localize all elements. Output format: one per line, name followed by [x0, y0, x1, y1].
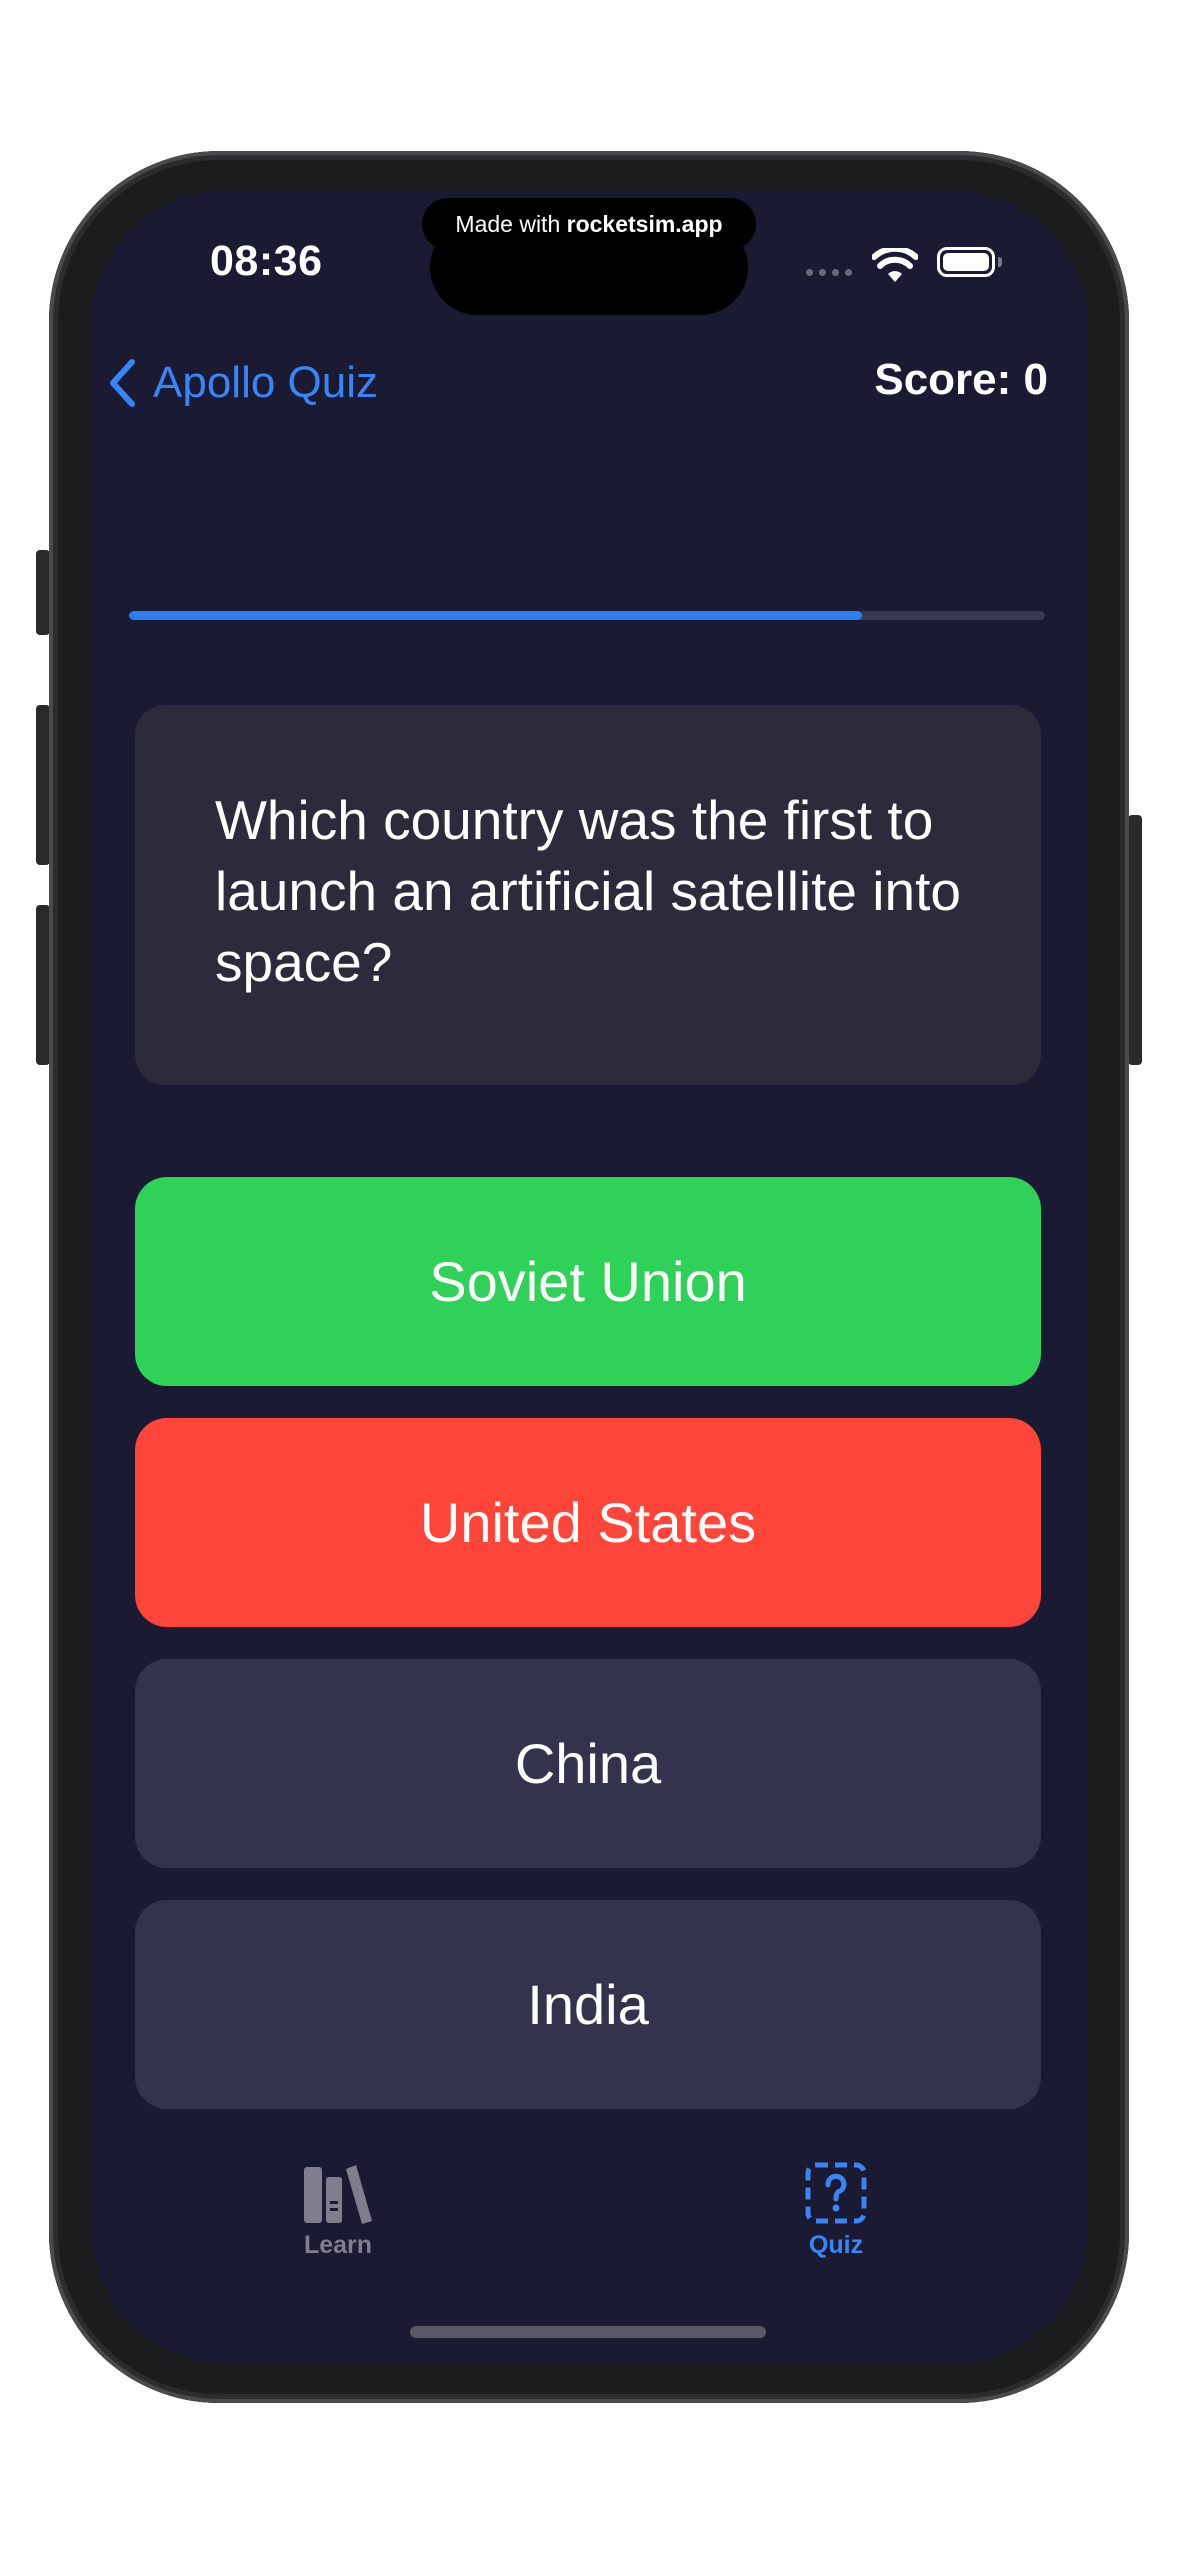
- tab-learn-label: Learn: [303, 2231, 373, 2259]
- watermark-prefix: Made with: [455, 211, 567, 237]
- tab-quiz[interactable]: Quiz: [736, 2161, 936, 2260]
- battery-icon: [937, 247, 995, 277]
- battery-tip: [998, 257, 1002, 267]
- watermark-brand: rocketsim.app: [566, 211, 723, 237]
- phone-screen: Made with rocketsim.app 08:36 Apollo Qui…: [91, 191, 1088, 2363]
- power-button: [1128, 815, 1142, 1065]
- cellular-signal-icon: [806, 269, 852, 276]
- chevron-left-icon: [110, 359, 135, 407]
- answer-option-soviet-union[interactable]: Soviet Union: [135, 1177, 1041, 1386]
- status-time: 08:36: [210, 237, 323, 285]
- rocketsim-watermark: Made with rocketsim.app: [422, 198, 756, 250]
- action-button: [36, 550, 50, 635]
- back-label: Apollo Quiz: [153, 358, 379, 407]
- answer-option-india[interactable]: India: [135, 1900, 1041, 2109]
- answer-option-united-states[interactable]: United States: [135, 1418, 1041, 1627]
- quiz-progress-bar: [129, 611, 1045, 620]
- volume-up-button: [36, 705, 50, 865]
- tab-learn[interactable]: Learn: [238, 2161, 438, 2260]
- quiz-progress-fill: [129, 611, 862, 620]
- books-icon: [304, 2165, 372, 2224]
- tab-quiz-label: Quiz: [808, 2231, 864, 2259]
- questionmark-dashed-square-icon: [805, 2162, 867, 2224]
- wifi-icon: [872, 248, 918, 282]
- home-indicator: [410, 2326, 766, 2338]
- device-stage: Made with rocketsim.app 08:36 Apollo Qui…: [0, 0, 1179, 2556]
- question-card: Which country was the first to launch an…: [135, 705, 1041, 1085]
- answer-option-china[interactable]: China: [135, 1659, 1041, 1868]
- back-button[interactable]: Apollo Quiz: [107, 353, 378, 413]
- volume-down-button: [36, 905, 50, 1065]
- question-text: Which country was the first to launch an…: [215, 789, 961, 993]
- score-label: Score: 0: [874, 355, 1048, 404]
